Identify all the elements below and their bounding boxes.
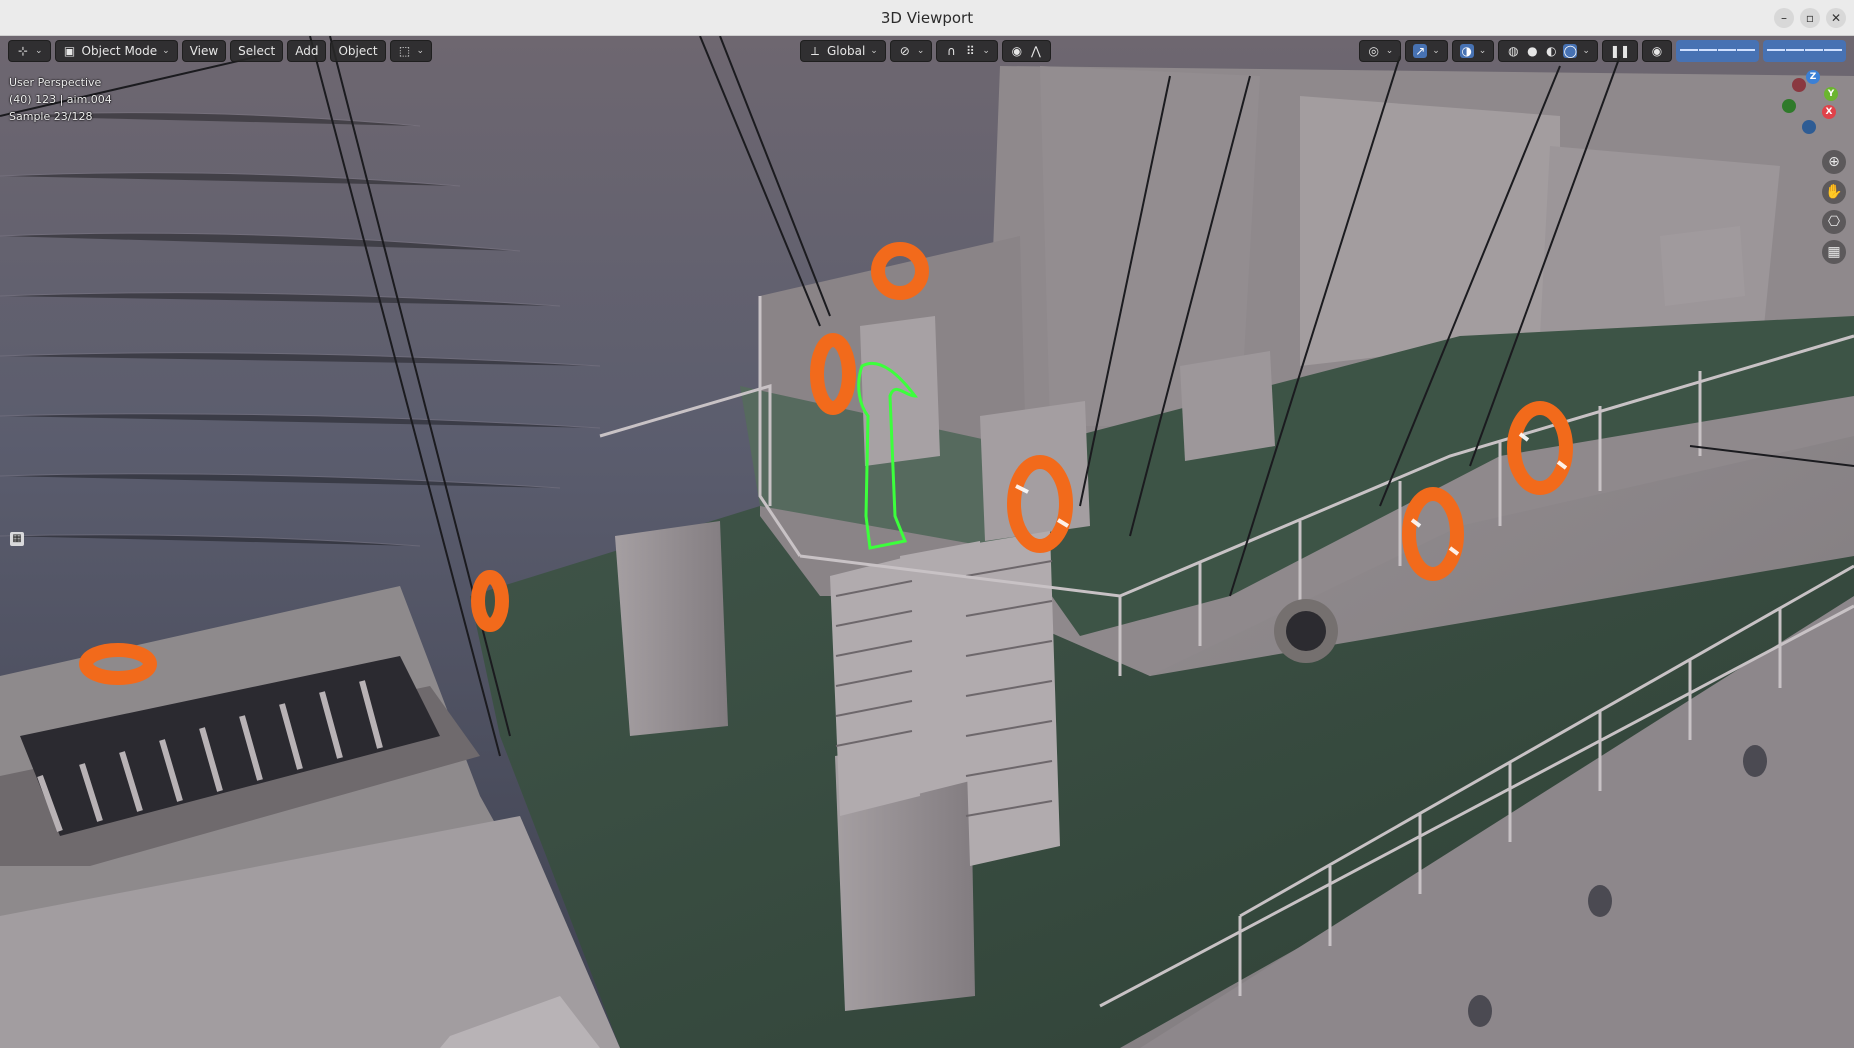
pivot-icon: ⊘ — [899, 44, 910, 58]
axis-y-icon[interactable]: Y — [1824, 87, 1838, 101]
orientation-label: Global — [827, 44, 866, 58]
axis-x-icon[interactable]: X — [1822, 105, 1836, 119]
viewport-editor-icon: ⊹ — [17, 44, 29, 58]
pivot-point-button[interactable]: ⊘ ⌄ — [889, 40, 933, 62]
transform-orientation-selector[interactable]: ⟂ Global ⌄ — [800, 40, 886, 62]
chevron-down-icon: ⌄ — [982, 46, 990, 56]
axis-neg-x-icon[interactable] — [1792, 78, 1806, 92]
object-mode-icon: ▣ — [63, 44, 76, 58]
wireframe-icon: ◍ — [1508, 44, 1519, 58]
frame-object-info: (40) 123 | aim.004 — [9, 93, 112, 106]
chevron-down-icon: ⌄ — [1478, 46, 1487, 56]
render-samples: Sample 23/128 — [9, 110, 93, 123]
editor-type-button[interactable]: ⊹ ⌄ — [8, 40, 51, 62]
overlays-icon: ◑ — [1459, 44, 1474, 58]
shading-modes[interactable]: ◍ ● ◐ ◯ ⌄ — [1498, 40, 1598, 62]
close-button[interactable]: ✕ — [1826, 8, 1846, 28]
proportional-edit-icon: ◉ — [1011, 44, 1023, 58]
mode-label: Object Mode — [81, 44, 158, 58]
visibility-button[interactable]: ◎ ⌄ — [1358, 40, 1402, 62]
viewport-3d[interactable]: ⊹ ⌄ ▣ Object Mode ⌄ View Select Add Objec… — [0, 36, 1854, 1048]
layer-bar-2[interactable] — [1763, 40, 1846, 62]
axis-z-icon[interactable]: Z — [1806, 70, 1820, 84]
rendered-icon: ◯ — [1563, 44, 1578, 58]
solid-icon: ● — [1527, 44, 1538, 58]
snapping-button[interactable]: ∩ ⠿ ⌄ — [936, 40, 998, 62]
chevron-down-icon: ⌄ — [1385, 46, 1394, 56]
view-name: User Perspective — [9, 76, 102, 89]
pan-hand-icon[interactable]: ✋ — [1822, 180, 1846, 204]
header-left: ⊹ ⌄ ▣ Object Mode ⌄ View Select Add Objec… — [8, 40, 433, 62]
orientation-icon: ⟂ — [810, 44, 819, 58]
window-titlebar: 3D Viewport – ▫ ✕ — [0, 0, 1854, 36]
eye-icon: ◉ — [1651, 44, 1663, 58]
proportional-edit-button[interactable]: ◉ ⋀ — [1001, 40, 1051, 62]
chevron-down-icon: ⌄ — [1582, 46, 1590, 56]
chevron-down-icon: ⌄ — [162, 46, 170, 56]
camera-icon[interactable]: ⎔ — [1822, 210, 1846, 234]
axis-neg-y-icon[interactable] — [1782, 99, 1796, 113]
menu-view[interactable]: View — [181, 40, 227, 62]
scene-render — [0, 36, 1854, 1048]
magnet-icon: ∩ — [946, 44, 956, 58]
material-preview-icon: ◐ — [1546, 44, 1557, 58]
selectability-icon: ◎ — [1368, 44, 1379, 58]
menu-object[interactable]: Object — [330, 40, 386, 62]
overlays-button[interactable]: ◑ ⌄ — [1451, 40, 1495, 62]
axis-neg-z-icon[interactable] — [1802, 120, 1816, 134]
gizmo-icon: ⬚ — [398, 44, 411, 58]
gizmos-button[interactable]: ↗ ⌄ — [1405, 40, 1448, 62]
layer-bar-1[interactable] — [1676, 40, 1759, 62]
zoom-icon[interactable]: ⊕ — [1822, 150, 1846, 174]
pause-render-button[interactable]: ❚❚ — [1601, 40, 1638, 62]
eye-toggle-button[interactable]: ◉ — [1642, 40, 1672, 62]
chevron-down-icon: ⌄ — [916, 46, 925, 56]
perspective-grid-icon[interactable]: ▦ — [1822, 240, 1846, 264]
gizmo-show-icon: ↗ — [1413, 44, 1428, 58]
minimize-button[interactable]: – — [1774, 8, 1794, 28]
menu-select[interactable]: Select — [230, 40, 284, 62]
menu-add[interactable]: Add — [287, 40, 327, 62]
snap-grid-icon: ⠿ — [965, 44, 975, 58]
viewport-info: User Perspective (40) 123 | aim.004 Samp… — [9, 74, 112, 125]
maximize-button[interactable]: ▫ — [1800, 8, 1820, 28]
window-title: 3D Viewport — [880, 9, 974, 27]
chevron-down-icon: ⌄ — [870, 46, 878, 56]
header-right: ◎ ⌄ ↗ ⌄ ◑ ⌄ ◍ ● ◐ ◯ ⌄ ❚❚ ◉ — [1358, 40, 1846, 62]
mode-selector[interactable]: ▣ Object Mode ⌄ — [54, 40, 178, 62]
navigation-gizmo[interactable]: Z Y X — [1772, 70, 1842, 140]
header-center: ⟂ Global ⌄ ⊘ ⌄ ∩ ⠿ ⌄ ◉ ⋀ — [800, 40, 1051, 62]
chevron-down-icon: ⌄ — [416, 46, 425, 56]
falloff-icon: ⋀ — [1031, 44, 1041, 58]
chevron-down-icon: ⌄ — [35, 46, 43, 56]
chevron-down-icon: ⌄ — [1432, 46, 1440, 56]
toolbar-expand-icon[interactable]: ▦ — [10, 532, 24, 546]
gizmo-toggle-button[interactable]: ⬚ ⌄ — [389, 40, 433, 62]
